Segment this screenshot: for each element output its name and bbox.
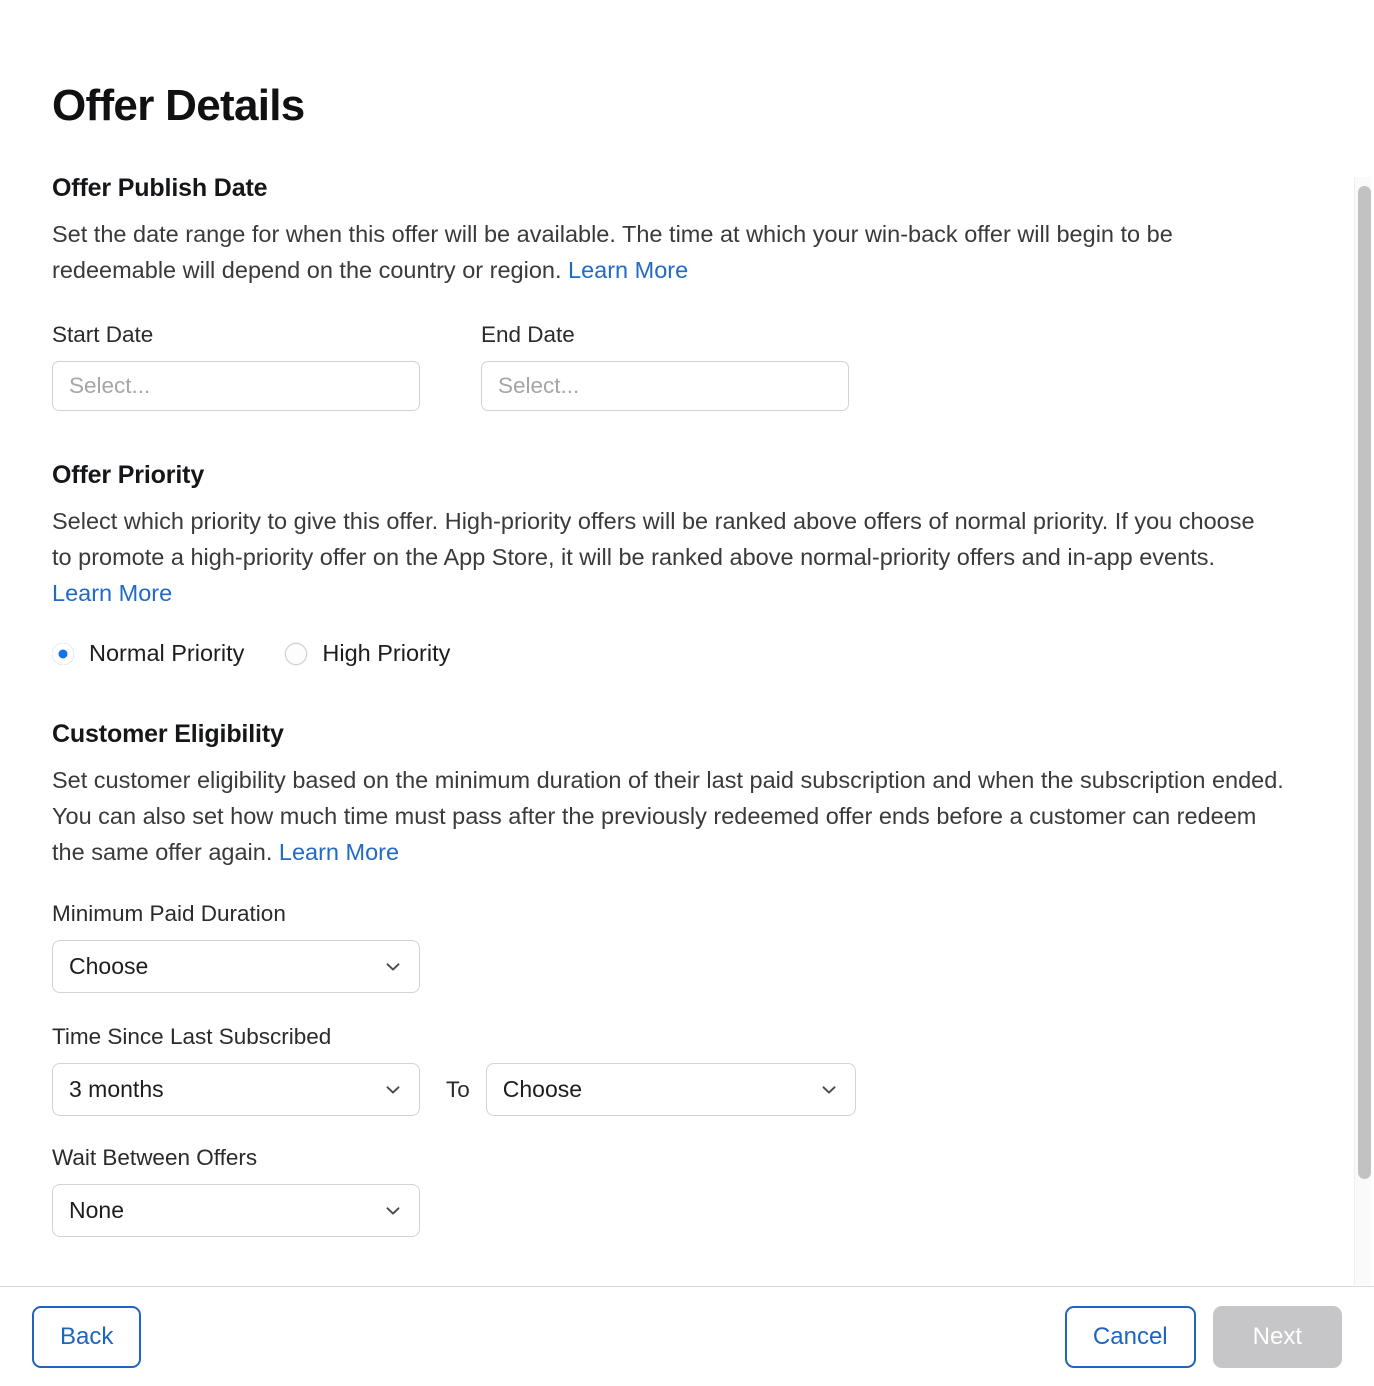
chevron-down-icon [383, 1080, 403, 1100]
wait-between-offers-field-group: Wait Between Offers None [52, 1145, 1374, 1237]
start-date-input[interactable] [52, 361, 420, 411]
radio-label-normal-priority: Normal Priority [89, 640, 245, 666]
start-date-label: Start Date [52, 322, 154, 347]
radio-unselected-icon[interactable] [285, 642, 308, 665]
wait-between-offers-select[interactable]: None [52, 1184, 420, 1237]
wait-between-offers-value: None [69, 1197, 124, 1223]
section-customer-eligibility: Customer Eligibility Set customer eligib… [52, 720, 1374, 1237]
offer-priority-description-text: Select which priority to give this offer… [52, 508, 1255, 570]
end-date-label: End Date [481, 322, 575, 347]
learn-more-link-offer-priority[interactable]: Learn More [52, 580, 172, 606]
time-since-to-select[interactable]: Choose [485, 1063, 856, 1116]
cancel-button[interactable]: Cancel [1064, 1305, 1196, 1368]
vertical-scrollbar-thumb[interactable] [1358, 186, 1371, 1179]
radio-option-normal-priority[interactable]: Normal Priority [52, 640, 244, 667]
chevron-down-icon [383, 957, 403, 977]
back-button[interactable]: Back [32, 1305, 142, 1368]
time-since-from-value: 3 months [69, 1076, 164, 1102]
time-since-from-select-wrap: 3 months [52, 1063, 420, 1116]
vertical-scrollbar[interactable] [1354, 177, 1371, 1285]
learn-more-link-publish-date[interactable]: Learn More [568, 257, 688, 283]
time-since-to-select-wrap: Choose [485, 1063, 856, 1116]
time-since-to-value: Choose [502, 1076, 583, 1102]
minimum-paid-duration-select[interactable]: Choose [52, 940, 420, 993]
section-description-publish-date: Set the date range for when this offer w… [52, 216, 1267, 288]
section-heading-customer-eligibility: Customer Eligibility [52, 720, 284, 748]
customer-eligibility-description-text: Set customer eligibility based on the mi… [52, 767, 1284, 865]
section-heading-offer-priority: Offer Priority [52, 461, 205, 489]
learn-more-link-customer-eligibility[interactable]: Learn More [279, 839, 399, 865]
radio-option-high-priority[interactable]: High Priority [285, 640, 450, 667]
minimum-paid-duration-label: Minimum Paid Duration [52, 901, 286, 926]
page-title: Offer Details [52, 81, 305, 130]
radio-label-high-priority: High Priority [322, 640, 451, 666]
section-description-customer-eligibility: Set customer eligibility based on the mi… [52, 762, 1292, 870]
wait-between-offers-select-wrap: None [52, 1184, 420, 1237]
minimum-paid-duration-select-wrap: Choose [52, 940, 420, 993]
chevron-down-icon [383, 1201, 403, 1221]
time-since-last-subscribed-row: 3 months To Choose [52, 1063, 1374, 1116]
dialog-footer: Back Cancel Next [0, 1286, 1374, 1386]
next-button[interactable]: Next [1212, 1305, 1342, 1368]
section-heading-publish-date: Offer Publish Date [52, 174, 268, 202]
offer-details-form: Offer Details Offer Publish Date Set the… [0, 0, 1374, 1286]
start-date-field-group: Start Date [52, 322, 420, 411]
section-offer-priority: Offer Priority Select which priority to … [52, 461, 1374, 667]
offer-details-scroll-area: Offer Details Offer Publish Date Set the… [0, 0, 1374, 1286]
end-date-field-group: End Date [481, 322, 849, 411]
content-bottom-spacer [52, 1237, 1374, 1286]
wait-between-offers-label: Wait Between Offers [52, 1145, 258, 1170]
section-description-offer-priority: Select which priority to give this offer… [52, 503, 1267, 611]
offer-priority-radio-group: Normal Priority High Priority [52, 640, 1374, 667]
time-since-separator-label: To [446, 1077, 470, 1102]
radio-selected-icon[interactable] [52, 642, 74, 665]
chevron-down-icon [819, 1080, 839, 1100]
publish-date-fields-row: Start Date End Date [52, 322, 1374, 411]
time-since-last-subscribed-label: Time Since Last Subscribed [52, 1024, 332, 1049]
time-since-from-select[interactable]: 3 months [52, 1063, 420, 1116]
time-since-last-subscribed-field-group: Time Since Last Subscribed 3 months To C… [52, 1024, 1374, 1116]
minimum-paid-duration-value: Choose [69, 953, 149, 979]
section-offer-publish-date: Offer Publish Date Set the date range fo… [52, 174, 1374, 411]
minimum-paid-duration-field-group: Minimum Paid Duration Choose [52, 901, 1374, 993]
end-date-input[interactable] [481, 361, 849, 411]
